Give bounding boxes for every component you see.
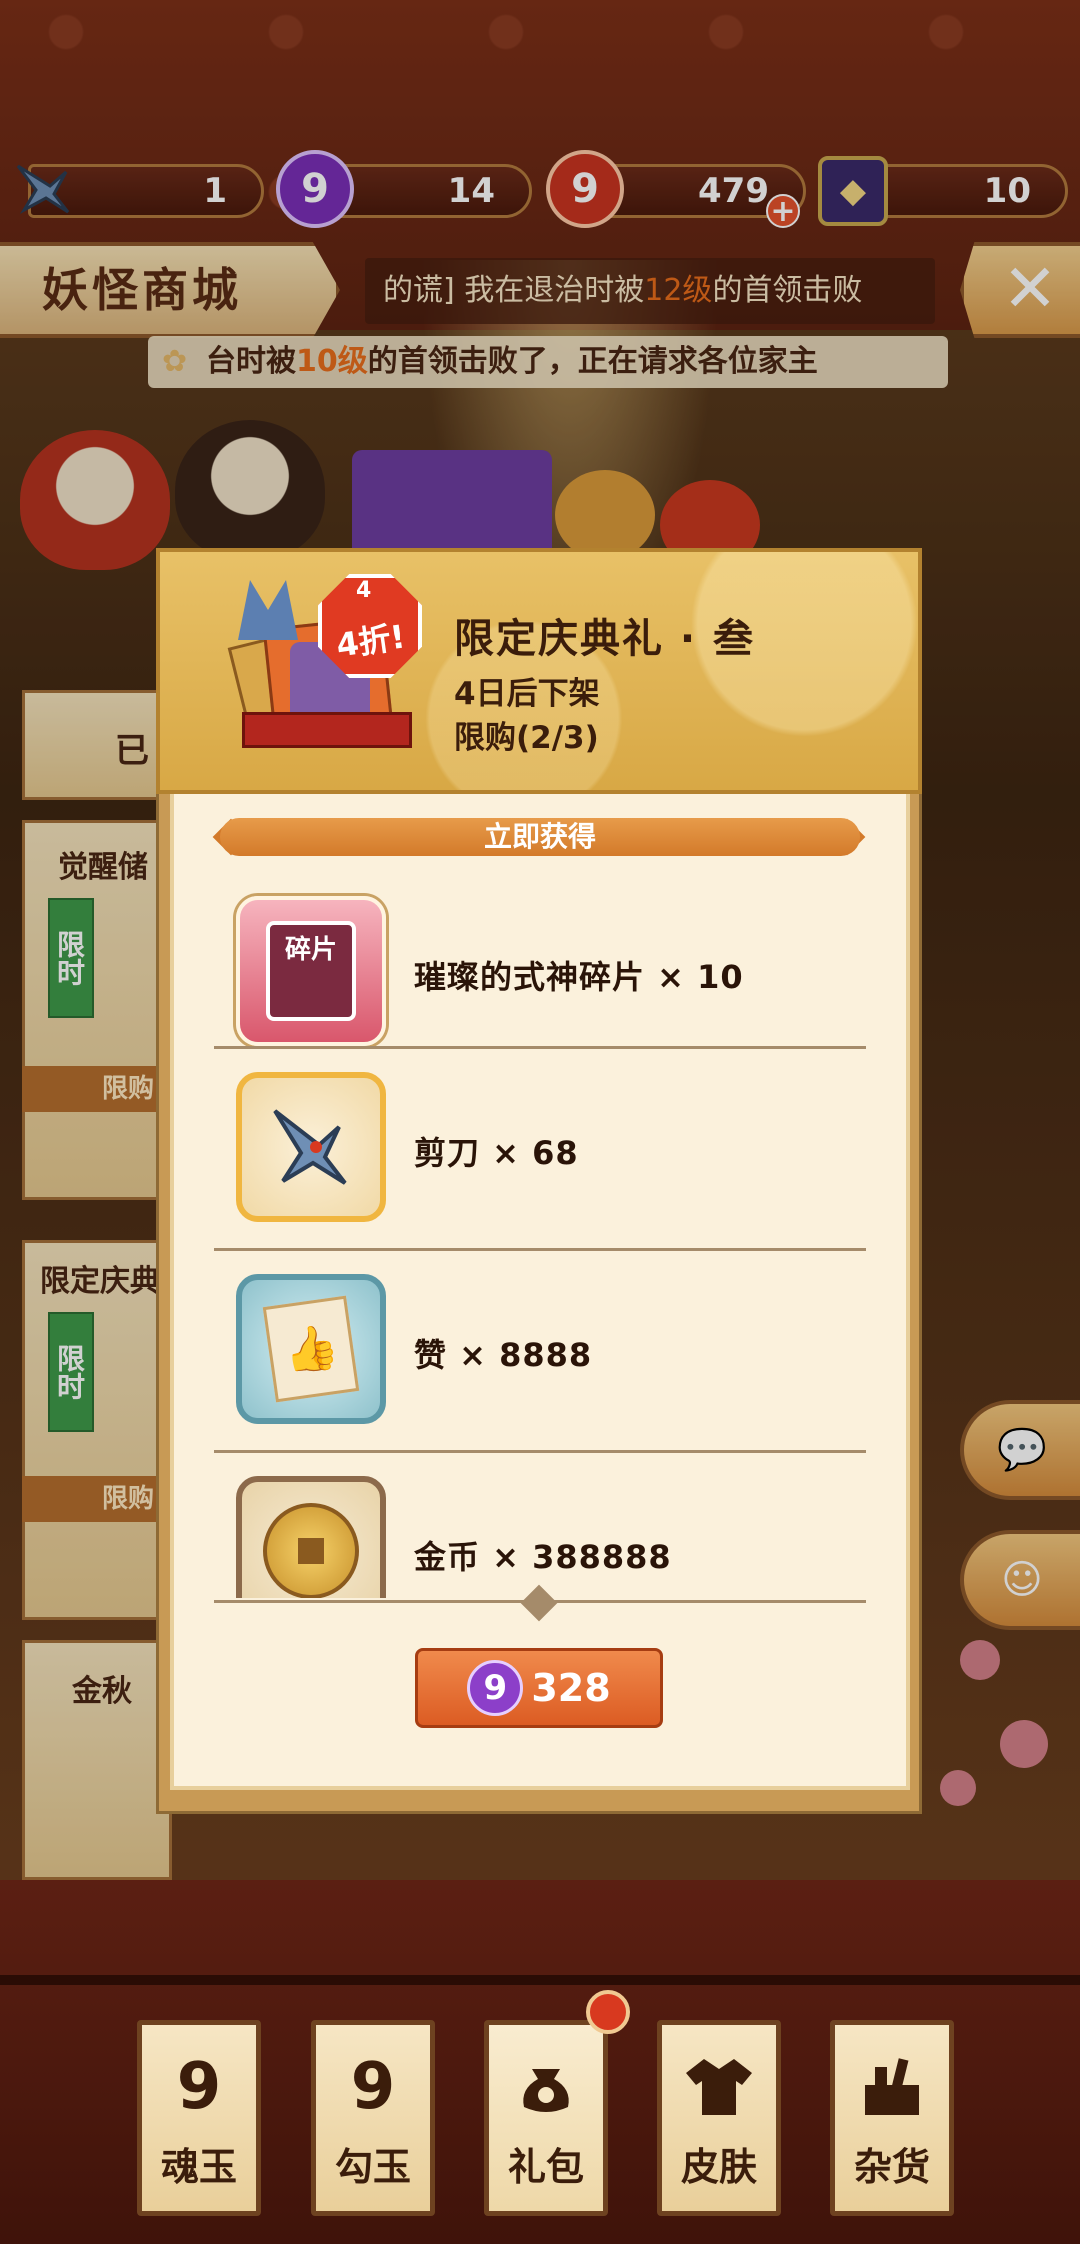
gift-bag-icon (511, 2052, 581, 2122)
tab-label: 礼包 (507, 2145, 584, 2189)
box-base (242, 712, 412, 748)
coin-shape (263, 1503, 359, 1598)
tab-pifu[interactable]: 皮肤 (657, 2020, 781, 2216)
tab-label: 皮肤 (680, 2145, 757, 2189)
thumbs-up-icon: 👍 (262, 1295, 360, 1403)
tab-rail (0, 1975, 1080, 1985)
tab-label: 杂货 (853, 2145, 930, 2189)
fragment-label: 碎片 (284, 935, 337, 965)
magatama-outline-icon: 9 (350, 2050, 396, 2124)
reward-item-text: 璀璨的式神碎片 × 10 (414, 958, 744, 996)
discount-badge-number: 4 (356, 578, 372, 603)
gold-coin-icon (236, 1476, 386, 1598)
purple-magatama-icon: 9 (467, 1660, 524, 1716)
reward-item: 剪刀 × 68 (214, 1050, 866, 1252)
tab-label: 魂玉 (160, 2145, 237, 2189)
like-card-icon: 👍 (236, 1274, 386, 1424)
scissors-icon (236, 1072, 386, 1222)
kimono-icon (684, 2052, 754, 2122)
magatama-outline-icon: 9 (176, 2050, 222, 2124)
tab-hunyu[interactable]: 9 魂玉 (137, 2020, 261, 2216)
reward-item-text: 赞 × 8888 (414, 1336, 593, 1374)
tab-label: 勾玉 (334, 2145, 411, 2189)
reward-item-text: 剪刀 × 68 (414, 1134, 579, 1172)
divider (214, 1046, 866, 1049)
reward-item: 金币 × 388888 (214, 1454, 866, 1598)
coin-hole (298, 1538, 324, 1564)
price-label: 328 (531, 1666, 611, 1710)
gift-purchase-limit: 限购(2/3) (454, 720, 599, 756)
reward-item-text: 金币 × 388888 (414, 1538, 672, 1576)
buy-button[interactable]: 9 328 (415, 1648, 663, 1728)
divider (214, 1450, 866, 1453)
gift-title: 限定庆典礼 · 叁 (454, 616, 756, 662)
notification-dot (586, 1990, 630, 2034)
discount-badge-text: 4折! (333, 617, 408, 665)
fragment-card: 碎片 (266, 921, 356, 1021)
gift-expire-text: 4日后下架 (454, 676, 600, 712)
shikigami-fragment-icon: 碎片 (236, 896, 386, 1046)
tab-libao[interactable]: 礼包 (484, 2020, 608, 2216)
tab-gouyu[interactable]: 9 勾玉 (311, 2020, 435, 2216)
divider (214, 1248, 866, 1251)
section-header: 立即获得 (220, 818, 860, 856)
reward-list[interactable]: 碎片 璀璨的式神碎片 × 10 剪刀 × 68 👍 赞 × 8888 金币 × … (176, 870, 906, 1598)
scissors-decoration (238, 580, 298, 640)
goods-box-icon (857, 2052, 927, 2122)
reward-item: 👍 赞 × 8888 (214, 1252, 866, 1454)
tab-zahuo[interactable]: 杂货 (830, 2020, 954, 2216)
